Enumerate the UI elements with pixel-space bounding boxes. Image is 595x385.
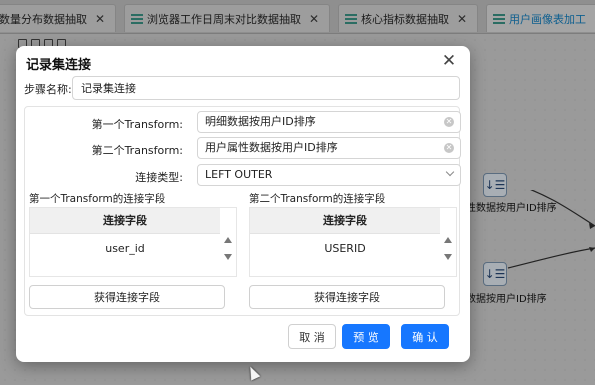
settings-panel: 第一个Transform: 明细数据按用户ID排序 ✕ 第二个Transform…: [24, 106, 461, 316]
tab-label: 浏览器工作日周末对比数据抽取: [147, 12, 301, 26]
chevron-down-icon: [445, 167, 455, 177]
confirm-button[interactable]: 确 认: [401, 324, 449, 349]
flow-icon: [345, 13, 357, 24]
tab-label: 核心指标数据抽取: [361, 12, 449, 26]
scroll-up-icon[interactable]: [444, 237, 452, 243]
second-transform-select[interactable]: 用户属性数据按用户ID排序 ✕: [197, 137, 461, 159]
first-transform-value: 明细数据按用户ID排序: [205, 115, 316, 128]
scroll-up-icon[interactable]: [224, 237, 232, 243]
node-label: 数据按用户ID排序: [466, 294, 547, 305]
sort-list-icon[interactable]: ↓☰: [483, 262, 507, 286]
join-type-select[interactable]: LEFT OUTER: [197, 164, 461, 186]
close-icon[interactable]: ✕: [309, 12, 319, 26]
tab-browser-weekday[interactable]: 浏览器工作日周末对比数据抽取 ✕: [124, 4, 330, 32]
table-cell[interactable]: user_id: [30, 235, 220, 263]
first-transform-label: 第一个Transform:: [91, 118, 183, 131]
first-fields-title: 第一个Transform的连接字段: [29, 193, 166, 205]
tab-user-profile[interactable]: 用户画像表加工: [486, 4, 595, 32]
join-rows-dialog: 记录集连接 ✕ 步骤名称: 第一个Transform: 明细数据按用户ID排序 …: [16, 46, 470, 362]
table-header: 连接字段: [250, 208, 440, 234]
join-type-label: 连接类型:: [135, 171, 183, 184]
cancel-button[interactable]: 取 消: [288, 324, 336, 349]
tab-bar: 数量分布数据抽取 ✕ 浏览器工作日周末对比数据抽取 ✕ 核心指标数据抽取 ✕ 用…: [0, 0, 595, 34]
close-icon[interactable]: ✕: [95, 12, 105, 26]
tab-core-metrics[interactable]: 核心指标数据抽取 ✕: [338, 4, 478, 32]
sort-list-icon[interactable]: ↓☰: [483, 173, 507, 197]
table-scrollbar[interactable]: [220, 208, 236, 276]
node-label: 性数据按用户ID排序: [466, 203, 557, 214]
scroll-down-icon[interactable]: [224, 254, 232, 260]
first-fields-table: 连接字段 user_id: [29, 207, 237, 277]
second-transform-value: 用户属性数据按用户ID排序: [205, 141, 338, 154]
table-cell[interactable]: USERID: [250, 235, 440, 263]
dialog-title: 记录集连接: [26, 58, 92, 73]
close-icon[interactable]: ✕: [440, 52, 458, 70]
second-fields-table: 连接字段 USERID: [249, 207, 457, 277]
get-second-fields-button[interactable]: 获得连接字段: [249, 285, 445, 309]
tab-label: 用户画像表加工: [509, 12, 586, 26]
second-transform-label: 第二个Transform:: [91, 144, 183, 157]
scroll-down-icon[interactable]: [444, 254, 452, 260]
table-header: 连接字段: [30, 208, 220, 234]
close-icon[interactable]: ✕: [457, 12, 467, 26]
flow-icon: [493, 13, 505, 24]
table-scrollbar[interactable]: [440, 208, 456, 276]
flow-icon: [131, 13, 143, 24]
step-name-label: 步骤名称:: [24, 83, 72, 96]
get-first-fields-button[interactable]: 获得连接字段: [29, 285, 225, 309]
clear-icon[interactable]: ✕: [444, 143, 454, 153]
step-name-input[interactable]: [72, 76, 460, 100]
clear-icon[interactable]: ✕: [444, 117, 454, 127]
tab-data-distribution[interactable]: 数量分布数据抽取 ✕: [0, 4, 116, 32]
preview-button[interactable]: 预 览: [342, 324, 390, 349]
join-type-value: LEFT OUTER: [205, 168, 273, 181]
tab-label: 数量分布数据抽取: [0, 12, 87, 26]
second-fields-title: 第二个Transform的连接字段: [249, 193, 386, 205]
first-transform-select[interactable]: 明细数据按用户ID排序 ✕: [197, 111, 461, 133]
